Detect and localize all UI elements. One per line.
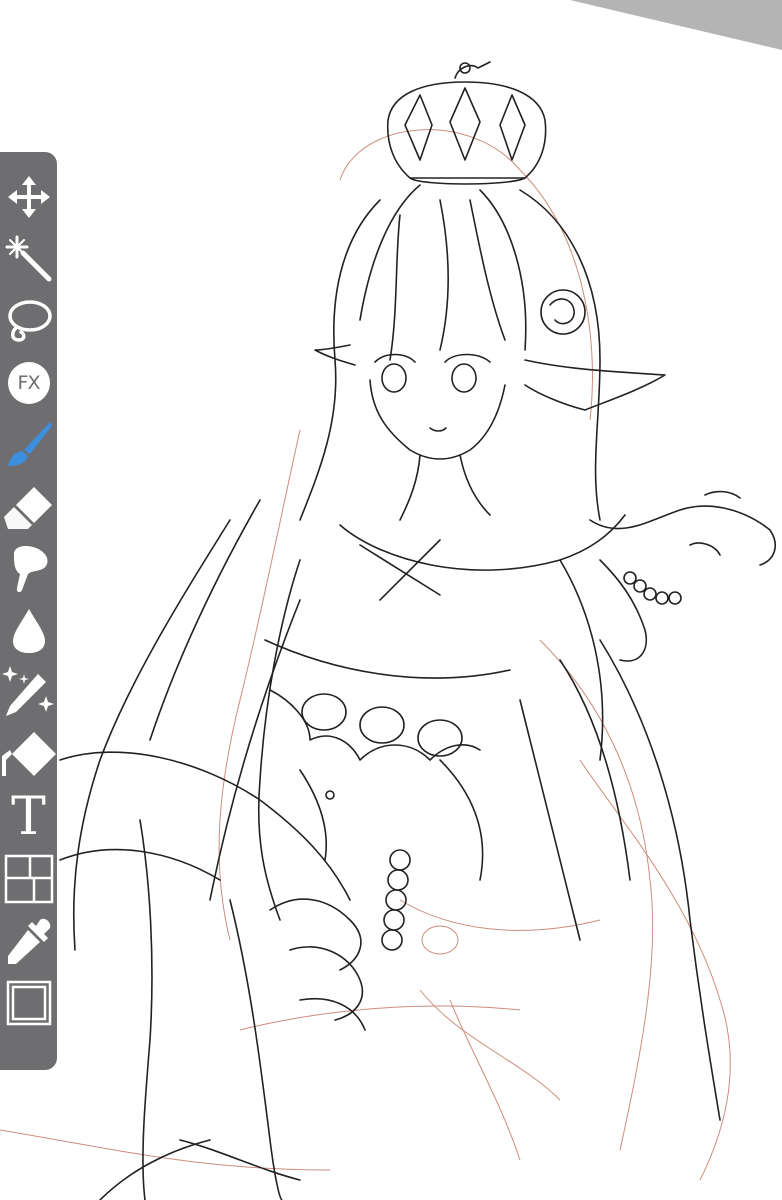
tool-frames[interactable] [0,848,57,910]
tool-magic-wand[interactable] [0,228,57,290]
tool-blur[interactable] [0,600,57,662]
sparkle-pen-icon [1,666,56,720]
tool-fill[interactable] [0,724,57,786]
tool-brush[interactable] [0,414,57,476]
smudge-icon [6,544,52,594]
line-art [59,61,776,1200]
panel-corner [570,0,782,50]
eyedropper-icon [4,916,54,966]
tool-sparkle-brush[interactable] [0,662,57,724]
move-arrows-icon [7,175,51,219]
eraser-icon [3,485,54,529]
tool-fx[interactable]: FX [0,352,57,414]
tool-eyedropper[interactable] [0,910,57,972]
guide-lines [0,129,731,1181]
tool-eraser[interactable] [0,476,57,538]
tool-bar: FX T [0,152,57,1070]
fill-diamond-icon [1,730,56,780]
magic-wand-icon [5,235,53,283]
tool-layer[interactable] [0,972,57,1034]
drawing-canvas[interactable] [0,0,782,1200]
fx-icon: FX [7,362,50,404]
tool-text[interactable]: T [0,786,57,848]
tool-lasso[interactable] [0,290,57,352]
lasso-icon [5,298,53,344]
text-icon: T [11,787,46,847]
brush-icon [4,420,54,470]
water-drop-icon [11,607,47,655]
layer-square-icon [6,980,52,1026]
sketch-artwork [0,0,782,1200]
tool-smudge[interactable] [0,538,57,600]
frames-icon [4,854,54,904]
tool-transform[interactable] [0,166,57,228]
